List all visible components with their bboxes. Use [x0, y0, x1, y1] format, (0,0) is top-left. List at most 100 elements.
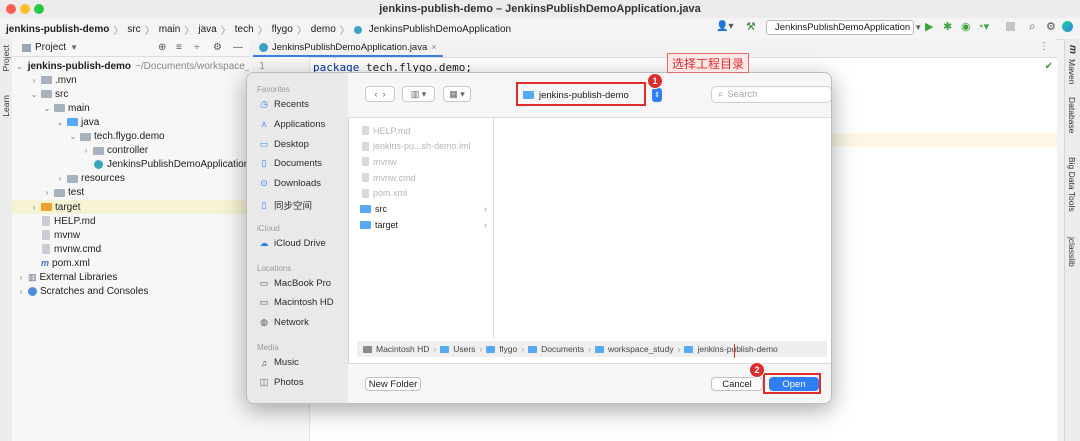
back-chevron-icon[interactable]: ‹ — [374, 89, 377, 99]
chevron-icon[interactable]: › — [81, 146, 91, 155]
drive-icon — [363, 345, 372, 353]
file-row[interactable]: src › — [348, 202, 493, 217]
sidebar-item[interactable]: ☁ iCloud Drive — [259, 238, 326, 249]
path-item[interactable]: flygo — [499, 344, 517, 354]
chevron-icon[interactable]: › — [16, 273, 26, 282]
tree-item[interactable]: ⌄ main — [12, 101, 279, 115]
stop-icon[interactable] — [1006, 22, 1015, 31]
sidebar-item[interactable]: ♫ Music — [259, 357, 299, 368]
dialog-sidebar: Favorites ◷ Recents ⋏ Applications ▭ Desktop ▯ D… — [247, 73, 349, 403]
locate-icon[interactable]: ⊕ — [158, 42, 166, 53]
group-button[interactable]: ▦ ▾ — [443, 86, 471, 102]
chevron-icon[interactable]: › — [55, 174, 65, 183]
tree-item[interactable]: › ▥ External Libraries — [12, 271, 253, 285]
database-tool-tab[interactable]: Database — [1067, 97, 1077, 133]
path-item[interactable]: workspace_study — [608, 344, 674, 354]
sidebar-item[interactable]: ⋏ Applications — [259, 119, 326, 130]
location-stepper[interactable]: ⇕ — [652, 88, 662, 102]
path-item[interactable]: Documents — [541, 344, 584, 354]
breadcrumb-item[interactable]: src — [127, 24, 140, 35]
path-item[interactable]: Macintosh HD — [376, 344, 429, 354]
breadcrumb-item[interactable]: demo — [311, 24, 336, 35]
folder-icon — [67, 174, 78, 183]
folder-icon — [41, 76, 52, 85]
chevron-icon[interactable]: ⌄ — [16, 62, 23, 71]
chevron-icon[interactable]: › — [29, 203, 39, 212]
chevron-down-icon[interactable]: ▼ — [70, 43, 78, 52]
chevron-icon[interactable]: › — [16, 287, 26, 296]
chevron-icon[interactable]: ⌄ — [68, 132, 78, 141]
breadcrumb-item[interactable]: main — [159, 24, 181, 35]
breadcrumb-separator-icon: 〉 — [184, 26, 195, 37]
new-folder-button[interactable]: New Folder — [365, 377, 421, 391]
file-row[interactable]: target › — [348, 217, 493, 232]
coverage-icon[interactable]: ◉ — [961, 20, 971, 33]
hammer-icon[interactable]: ⚒ — [746, 20, 756, 33]
sidebar-item[interactable]: ▯ 同步空间 — [259, 198, 313, 213]
chevron-icon[interactable]: › — [29, 76, 39, 85]
learn-tool-tab[interactable]: Learn — [1, 95, 11, 117]
path-separator-icon: › — [521, 344, 525, 354]
toolbox-icon[interactable] — [1062, 21, 1073, 32]
sidebar-section-header: Media — [257, 343, 279, 352]
tree-item[interactable]: mvnw — [12, 228, 266, 242]
gear-icon[interactable]: ⚙ — [213, 42, 222, 53]
sidebar-item[interactable]: ▯ Documents — [259, 158, 323, 169]
profile-icon[interactable]: ◔▾ — [977, 20, 989, 33]
sidebar-item[interactable]: ◫ Photos — [259, 377, 304, 388]
sidebar-item[interactable]: ▭ MacBook Pro — [259, 278, 331, 289]
editor-tab[interactable]: JenkinsPublishDemoApplication.java × — [253, 39, 443, 57]
user-icon[interactable]: 👤▾ — [716, 21, 733, 32]
run-icon[interactable]: ▶ — [925, 20, 933, 33]
tree-item[interactable]: mvnw.cmd — [12, 242, 266, 256]
debug-icon[interactable]: ✱ — [943, 20, 952, 33]
chevron-icon[interactable]: ⌄ — [55, 118, 65, 127]
editor-tab-bar: JenkinsPublishDemoApplication.java × ⋮ — [249, 39, 1057, 58]
back-forward-buttons[interactable]: ‹ › — [365, 86, 395, 102]
settings-gear-icon[interactable]: ⚙ — [1046, 20, 1056, 33]
collapse-all-icon[interactable]: ≡ — [176, 42, 182, 53]
project-tool-tab[interactable]: Project — [1, 45, 11, 71]
breadcrumb-item[interactable]: JenkinsPublishDemoApplication — [369, 24, 511, 35]
sidebar-item[interactable]: ▭ Desktop — [259, 139, 309, 150]
more-options-icon[interactable]: ⋮ — [1039, 41, 1049, 52]
sidebar-item[interactable]: ◍ Network — [259, 317, 309, 328]
sidebar-item[interactable]: ▭ Macintosh HD — [259, 297, 334, 308]
tree-item[interactable]: › .mvn — [12, 73, 266, 87]
sidebar-item[interactable]: ◷ Recents — [259, 99, 309, 110]
tree-item[interactable]: m pom.xml — [12, 256, 266, 270]
jclasslib-tool-tab[interactable]: jclasslib — [1067, 237, 1077, 267]
expand-icon[interactable]: ÷ — [194, 42, 200, 53]
path-item[interactable]: Users — [453, 344, 475, 354]
maven-tool-tab[interactable]: Maven — [1067, 59, 1077, 85]
run-configuration-select[interactable]: JenkinsPublishDemoApplication ▼ — [766, 20, 922, 35]
file-icon — [362, 188, 369, 198]
tree-item[interactable]: ⌄ src — [12, 87, 266, 101]
chevron-icon[interactable]: › — [42, 188, 52, 197]
view-column-button[interactable]: ▥ ▾ — [402, 86, 435, 102]
close-tab-icon[interactable]: × — [431, 42, 436, 52]
path-item[interactable]: jenkins-publish-demo — [697, 344, 777, 354]
file-row: HELP.md — [348, 123, 493, 138]
big-data-tools-tab[interactable]: Big Data Tools — [1067, 157, 1077, 212]
chevron-icon[interactable]: ⌄ — [42, 104, 52, 113]
tree-item[interactable]: › target — [12, 200, 266, 214]
breadcrumb-item[interactable]: tech — [235, 24, 254, 35]
tree-item[interactable]: › Scratches and Consoles — [12, 285, 253, 299]
hide-panel-icon[interactable]: — — [233, 42, 243, 53]
tree-item-label: pom.xml — [52, 257, 90, 269]
forward-chevron-icon[interactable]: › — [383, 89, 386, 99]
breadcrumb-separator-icon: 〉 — [257, 26, 268, 37]
project-panel-title[interactable]: Project — [35, 42, 66, 53]
search-input[interactable]: ⌕ Search — [711, 86, 831, 103]
breadcrumb-item[interactable]: flygo — [272, 24, 293, 35]
cancel-button[interactable]: Cancel — [711, 377, 763, 391]
search-icon[interactable]: ⌕ — [1029, 19, 1036, 34]
tree-item[interactable]: HELP.md — [12, 214, 266, 228]
tree-item[interactable]: › test — [12, 186, 279, 200]
breadcrumb-item[interactable]: java — [198, 24, 216, 35]
chevron-icon[interactable]: ⌄ — [29, 90, 39, 99]
breadcrumb-item[interactable]: jenkins-publish-demo — [6, 24, 109, 35]
sidebar-item[interactable]: ⊙ Downloads — [259, 178, 321, 189]
tree-item[interactable]: ⌄ jenkins-publish-demo ~/Documents/workspa… — [12, 59, 253, 73]
